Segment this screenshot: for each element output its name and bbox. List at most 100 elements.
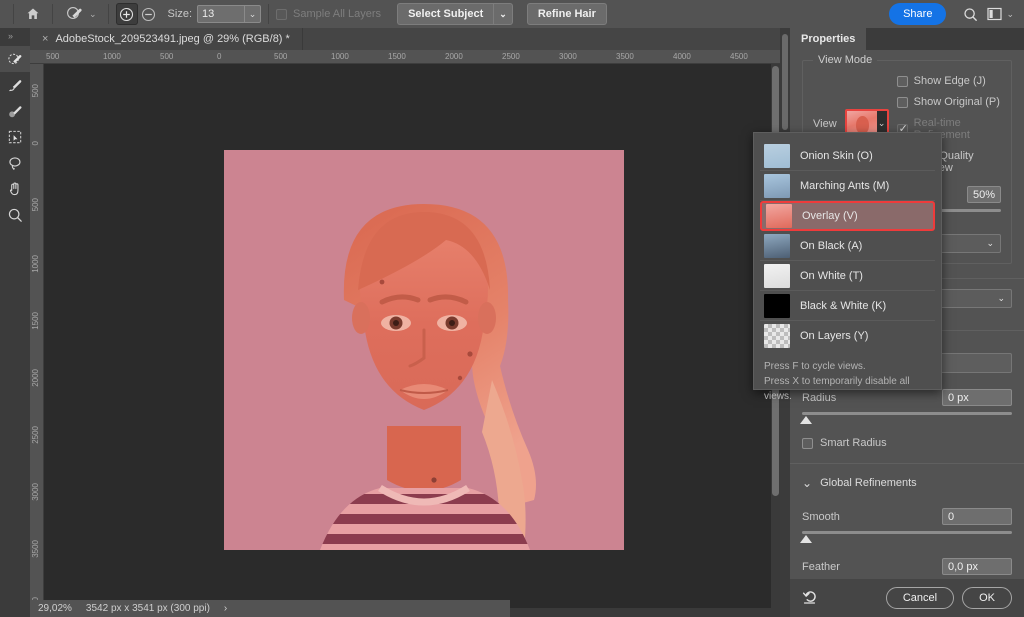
chevron-down-icon[interactable]: ⌄ bbox=[244, 6, 260, 22]
view-mode-item-label: On Black (A) bbox=[800, 239, 863, 252]
home-icon[interactable] bbox=[21, 3, 45, 25]
reset-icon[interactable] bbox=[802, 588, 819, 608]
select-subject-options-button[interactable]: ⌄ bbox=[493, 3, 513, 25]
view-mode-menu-item[interactable]: Black & White (K) bbox=[760, 291, 935, 321]
smart-radius-label: Smart Radius bbox=[820, 437, 887, 449]
view-mode-dropdown-menu[interactable]: Onion Skin (O) Marching Ants (M) Overlay (… bbox=[753, 132, 942, 402]
show-original-checkbox[interactable] bbox=[896, 96, 908, 108]
scrollbar-thumb[interactable] bbox=[782, 34, 788, 130]
search-icon[interactable] bbox=[958, 3, 982, 25]
cancel-button[interactable]: Cancel bbox=[885, 587, 955, 609]
ruler-tick: 2500 bbox=[502, 52, 520, 61]
smart-radius-checkbox[interactable] bbox=[802, 437, 813, 449]
add-to-selection-button[interactable] bbox=[115, 3, 138, 25]
view-mode-item-label: Black & White (K) bbox=[800, 299, 887, 312]
ruler-tick: 4000 bbox=[673, 52, 691, 61]
properties-panel-footer: Cancel OK bbox=[790, 579, 1024, 617]
smooth-slider[interactable] bbox=[800, 530, 1012, 544]
feather-value[interactable]: 0,0 px bbox=[942, 558, 1012, 575]
sidebar-item-lasso-tool[interactable] bbox=[0, 150, 30, 176]
vertical-ruler[interactable]: 50005001000150020002500300035004000 bbox=[30, 64, 44, 609]
divider bbox=[107, 4, 109, 24]
transparency-value[interactable]: 50% bbox=[966, 186, 1001, 203]
close-icon[interactable]: × bbox=[42, 33, 48, 45]
panel-grip-icon[interactable]: ›› bbox=[8, 31, 13, 41]
view-mode-item-label: On White (T) bbox=[800, 269, 863, 282]
view-mode-menu-item[interactable]: Onion Skin (O) bbox=[760, 141, 935, 171]
ruler-tick: 500 bbox=[160, 52, 174, 61]
chevron-down-icon[interactable]: ⌄ bbox=[1006, 9, 1014, 20]
select-subject-button[interactable]: Select Subject bbox=[397, 3, 494, 25]
sidebar-item-quick-selection-tool[interactable] bbox=[0, 46, 30, 72]
feather-row: Feather 0,0 px bbox=[802, 558, 1012, 575]
canvas-area: 500 1000 500 0 500 1000 1500 2000 2500 3000 3500 40… bbox=[30, 50, 780, 609]
view-mode-menu-item[interactable]: On Black (A) bbox=[760, 231, 935, 261]
global-refinements-header[interactable]: ⌄ Global Refinements bbox=[802, 476, 1012, 490]
status-expand-arrow-icon[interactable]: › bbox=[224, 603, 227, 614]
hint-line-1: Press F to cycle views. bbox=[764, 361, 866, 372]
sidebar-item-zoom-tool[interactable] bbox=[0, 202, 30, 228]
radius-slider[interactable] bbox=[800, 411, 1012, 425]
brush-size-input[interactable] bbox=[198, 6, 245, 22]
chevron-down-icon: ⌄ bbox=[89, 8, 97, 19]
show-edge-label: Show Edge (J) bbox=[913, 75, 986, 87]
view-mode-menu-item[interactable]: Marching Ants (M) bbox=[760, 171, 935, 201]
portrait-overlay bbox=[224, 150, 624, 550]
ruler-tick: 4500 bbox=[730, 52, 748, 61]
show-edge-row[interactable]: Show Edge (J) bbox=[896, 75, 1001, 87]
view-mode-item-thumbnail bbox=[764, 233, 790, 258]
divider bbox=[268, 4, 270, 24]
photoshop-window: ⌄ Size: ⌄ Sample All Layers Se bbox=[0, 0, 1024, 617]
view-mode-item-thumbnail bbox=[766, 204, 792, 228]
refine-hair-button[interactable]: Refine Hair bbox=[526, 3, 607, 25]
global-refinements-label: Global Refinements bbox=[820, 477, 917, 489]
sidebar-item-brush-tool[interactable] bbox=[0, 98, 30, 124]
chevron-down-icon[interactable]: ⌄ bbox=[802, 476, 812, 490]
select-subject-group: Select Subject ⌄ bbox=[397, 3, 513, 25]
show-original-row[interactable]: Show Original (P) bbox=[896, 96, 1001, 108]
view-mode-item-label: On Layers (Y) bbox=[800, 330, 869, 342]
hint-line-2: Press X to temporarily disable all views… bbox=[764, 376, 910, 402]
show-edge-checkbox[interactable] bbox=[896, 75, 908, 87]
sample-all-layers-row[interactable]: Sample All Layers bbox=[276, 8, 381, 20]
subtract-from-selection-button[interactable] bbox=[138, 3, 160, 25]
zoom-level[interactable]: 29,02% bbox=[38, 603, 72, 614]
ruler-tick: 1500 bbox=[388, 52, 406, 61]
slider-knob[interactable] bbox=[800, 416, 812, 424]
ok-button[interactable]: OK bbox=[962, 587, 1012, 609]
brush-size-field[interactable]: ⌄ bbox=[197, 5, 262, 23]
canvas-viewport[interactable] bbox=[44, 64, 780, 609]
chevron-down-icon: ⌄ bbox=[499, 8, 507, 19]
sample-all-layers-checkbox[interactable] bbox=[276, 8, 288, 20]
sidebar-item-refine-edge-brush-tool[interactable] bbox=[0, 72, 30, 98]
tab-properties[interactable]: Properties bbox=[790, 28, 867, 50]
sidebar-item-hand-tool[interactable] bbox=[0, 176, 30, 202]
view-mode-item-thumbnail bbox=[764, 293, 790, 318]
tool-preset-picker[interactable]: ⌄ bbox=[60, 3, 101, 25]
radius-value[interactable]: 0 px bbox=[942, 389, 1012, 406]
view-mode-menu-item[interactable]: Overlay (V) bbox=[760, 201, 935, 231]
chevron-down-icon: ⌄ bbox=[997, 293, 1005, 303]
ruler-tick: 1500 bbox=[31, 312, 40, 330]
slider-knob[interactable] bbox=[800, 535, 812, 543]
ruler-tick: 3500 bbox=[31, 540, 40, 558]
view-mode-item-thumbnail bbox=[764, 324, 790, 348]
feather-label: Feather bbox=[802, 560, 840, 573]
ruler-tick: 0 bbox=[217, 52, 222, 61]
ruler-tick: 3500 bbox=[616, 52, 634, 61]
ruler-tick: 1000 bbox=[103, 52, 121, 61]
view-mode-hint: Press F to cycle views. Press X to tempo… bbox=[764, 359, 931, 404]
horizontal-ruler[interactable]: 500 1000 500 0 500 1000 1500 2000 2500 3000 3500 40… bbox=[30, 50, 780, 64]
chevron-down-icon: ⌄ bbox=[986, 238, 994, 248]
sidebar-item-object-selection-tool[interactable] bbox=[0, 124, 30, 150]
smart-radius-row[interactable]: Smart Radius bbox=[802, 437, 1012, 449]
smooth-value[interactable]: 0 bbox=[942, 508, 1012, 525]
view-mode-menu-item[interactable]: On White (T) bbox=[760, 261, 935, 291]
view-mode-menu-item[interactable]: On Layers (Y) bbox=[760, 321, 935, 351]
tools-panel: ›› bbox=[0, 28, 30, 617]
document-image-overlay-preview[interactable] bbox=[224, 150, 624, 550]
share-button[interactable]: Share bbox=[889, 3, 947, 25]
ruler-tick: 2000 bbox=[31, 369, 40, 387]
workspace-icon[interactable] bbox=[982, 3, 1006, 25]
document-tab[interactable]: × AdobeStock_209523491.jpeg @ 29% (RGB/8… bbox=[30, 28, 303, 50]
